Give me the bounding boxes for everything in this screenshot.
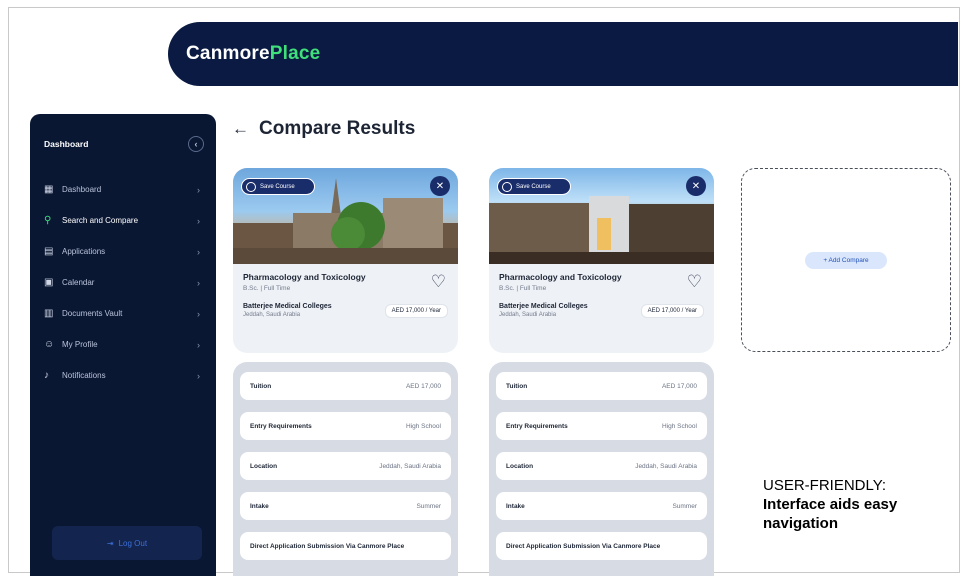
calendar-icon: ▣ (44, 277, 54, 288)
sidebar-item-notifications[interactable]: ♪ Notifications › (30, 360, 216, 391)
logout-icon: ⇥ (106, 538, 114, 548)
folder-icon: ▥ (44, 308, 54, 319)
compare-details-panel: Tuition AED 17,000 Entry Requirements High… (233, 362, 458, 576)
sidebar-item-calendar[interactable]: ▣ Calendar › (30, 267, 216, 298)
save-course-tag[interactable]: Save Course (241, 178, 315, 195)
program-meta: B.Sc. | Full Time (499, 285, 547, 292)
card-body: Pharmacology and Toxicology B.Sc. | Full… (489, 264, 714, 318)
sidebar-header: Dashboard ‹ (30, 114, 216, 152)
college-row: Batterjee Medical Colleges Jeddah, Saudi… (499, 303, 704, 318)
card-body: Pharmacology and Toxicology B.Sc. | Full… (233, 264, 458, 318)
program-card[interactable]: Save Course ✕ Pharmacology and Toxicolog… (489, 168, 714, 353)
bookmark-icon (246, 181, 256, 192)
logout-button[interactable]: ⇥ Log Out (52, 526, 202, 560)
program-name: Pharmacology and Toxicology (243, 272, 366, 282)
caption-heading: USER-FRIENDLY: (763, 477, 887, 494)
detail-row-intake: Intake Summer (240, 492, 451, 520)
detail-row-location: Location Jeddah, Saudi Arabia (240, 452, 451, 480)
campus-photo: Save Course ✕ (489, 168, 714, 264)
fee-badge: AED 17,000 / Year (640, 304, 704, 318)
college-name: Batterjee Medical Colleges (243, 303, 332, 310)
document-icon: ▤ (44, 246, 54, 257)
add-compare-button[interactable]: + Add Compare (805, 251, 887, 269)
sidebar: Dashboard ‹ ▦ Dashboard › ⚲ Search and C… (30, 114, 216, 576)
heart-icon[interactable]: ♡ (687, 272, 702, 292)
college-location: Jeddah, Saudi Arabia (243, 312, 301, 318)
program-meta: B.Sc. | Full Time (243, 285, 291, 292)
bell-icon: ♪ (44, 370, 49, 381)
brand-logo[interactable]: CanmorePlace (186, 43, 320, 65)
detail-row-direct-application: Direct Application Submission Via Canmor… (496, 532, 707, 560)
page-title: ← Compare Results (232, 118, 416, 139)
caption-line: Interface aids easy (763, 496, 898, 513)
chevron-left-icon[interactable]: ‹ (188, 136, 204, 152)
bookmark-icon (502, 181, 512, 192)
sidebar-item-my-profile[interactable]: ☺ My Profile › (30, 329, 216, 360)
chevron-right-icon: › (197, 339, 200, 350)
program-card[interactable]: Save Course ✕ Pharmacology and Toxicolog… (233, 168, 458, 353)
sidebar-item-applications[interactable]: ▤ Applications › (30, 236, 216, 267)
caption: USER-FRIENDLY: Interface aids easy navig… (763, 476, 897, 533)
grid-icon: ▦ (44, 184, 54, 195)
fee-badge: AED 17,000 / Year (384, 304, 448, 318)
caption-line: navigation (763, 515, 839, 532)
compare-details-panel: Tuition AED 17,000 Entry Requirements High… (489, 362, 714, 576)
back-arrow-icon[interactable]: ← (232, 119, 249, 139)
chevron-right-icon: › (197, 308, 200, 319)
detail-row-tuition: Tuition AED 17,000 (240, 372, 451, 400)
chevron-right-icon: › (197, 215, 200, 226)
detail-row-tuition: Tuition AED 17,000 (496, 372, 707, 400)
chevron-right-icon: › (197, 246, 200, 257)
detail-row-location: Location Jeddah, Saudi Arabia (496, 452, 707, 480)
sidebar-item-documents-vault[interactable]: ▥ Documents Vault › (30, 298, 216, 329)
program-name: Pharmacology and Toxicology (499, 272, 622, 282)
chevron-right-icon: › (197, 370, 200, 381)
sidebar-nav: ▦ Dashboard › ⚲ Search and Compare › ▤ A… (30, 174, 216, 391)
chevron-right-icon: › (197, 277, 200, 288)
heart-icon[interactable]: ♡ (431, 272, 446, 292)
detail-row-entry-requirements: Entry Requirements High School (496, 412, 707, 440)
college-name: Batterjee Medical Colleges (499, 303, 588, 310)
close-icon[interactable]: ✕ (686, 176, 706, 196)
detail-row-direct-application: Direct Application Submission Via Canmor… (240, 532, 451, 560)
sidebar-title: Dashboard (44, 139, 89, 149)
save-course-tag[interactable]: Save Course (497, 178, 571, 195)
search-icon: ⚲ (44, 215, 52, 226)
sidebar-item-dashboard[interactable]: ▦ Dashboard › (30, 174, 216, 205)
add-compare-slot: + Add Compare (741, 168, 951, 352)
user-icon: ☺ (44, 339, 55, 350)
detail-row-entry-requirements: Entry Requirements High School (240, 412, 451, 440)
sidebar-item-search-and-compare[interactable]: ⚲ Search and Compare › (30, 205, 216, 236)
detail-row-intake: Intake Summer (496, 492, 707, 520)
college-row: Batterjee Medical Colleges Jeddah, Saudi… (243, 303, 448, 318)
college-location: Jeddah, Saudi Arabia (499, 312, 557, 318)
campus-photo: Save Course ✕ (233, 168, 458, 264)
chevron-right-icon: › (197, 184, 200, 195)
top-header-bar: CanmorePlace (168, 22, 958, 86)
close-icon[interactable]: ✕ (430, 176, 450, 196)
